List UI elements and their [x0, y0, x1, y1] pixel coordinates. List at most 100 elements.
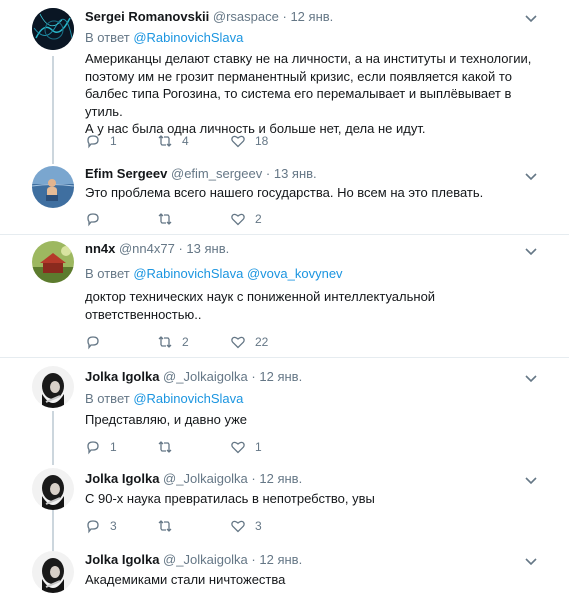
- mention-link[interactable]: @RabinovichSlava: [133, 30, 243, 45]
- reply-count: 1: [110, 134, 117, 148]
- reply-to-line: В ответ @RabinovichSlava: [85, 391, 243, 406]
- avatar[interactable]: [32, 551, 74, 593]
- chevron-down-icon[interactable]: [523, 370, 539, 386]
- author-name[interactable]: Jolka Igolka: [85, 552, 159, 567]
- tweet-header: Jolka Igolka @_Jolkaigolka · 12 янв.: [85, 552, 303, 567]
- tweet-date[interactable]: 13 янв.: [186, 241, 229, 256]
- heart-icon: [231, 336, 245, 349]
- reply-count: 1: [110, 440, 117, 454]
- like-count: 18: [255, 134, 269, 148]
- author-handle[interactable]: @rsaspace: [213, 9, 279, 24]
- reply-icon: [87, 520, 99, 534]
- like-count: 3: [255, 519, 262, 533]
- reply-icon: [87, 336, 99, 350]
- tweet-text: Представляю, и давно уже: [85, 411, 545, 429]
- text-line: Представляю, и давно уже: [85, 412, 248, 427]
- reply-icon: [87, 135, 99, 149]
- text-line: балбес типа Рогозина, то система его пер…: [85, 86, 512, 119]
- reply-prefix: В ответ: [85, 30, 130, 45]
- author-name[interactable]: Sergei Romanovskii: [85, 9, 209, 24]
- heart-icon: [231, 135, 245, 148]
- author-name[interactable]: Jolka Igolka: [85, 369, 159, 384]
- tweet-text: Американцы делают ставку не на личности,…: [85, 50, 545, 138]
- reply-icon: [87, 213, 99, 227]
- author-handle[interactable]: @_Jolkaigolka: [163, 552, 248, 567]
- retweet-icon: [158, 213, 172, 225]
- tweet[interactable]: Sergei Romanovskii @rsaspace · 12 янв. В…: [0, 0, 569, 162]
- author-name[interactable]: nn4x: [85, 241, 115, 256]
- avatar[interactable]: [32, 166, 74, 208]
- chevron-down-icon[interactable]: [523, 243, 539, 259]
- reply-prefix: В ответ: [85, 391, 130, 406]
- reply-to-line: В ответ @RabinovichSlava: [85, 30, 243, 45]
- author-handle[interactable]: @efim_sergeev: [171, 166, 262, 181]
- like-button[interactable]: 22: [230, 332, 268, 352]
- chevron-down-icon[interactable]: [523, 168, 539, 184]
- tweet[interactable]: Jolka Igolka @_Jolkaigolka · 12 янв. В о…: [0, 358, 569, 464]
- tweet-date[interactable]: 13 янв.: [274, 166, 317, 181]
- like-button[interactable]: 1: [230, 437, 262, 457]
- author-handle[interactable]: @_Jolkaigolka: [163, 471, 248, 486]
- heart-icon: [231, 520, 245, 533]
- reply-button[interactable]: 1: [85, 131, 117, 151]
- chevron-down-icon[interactable]: [523, 553, 539, 569]
- like-button[interactable]: 3: [230, 516, 262, 536]
- author-name[interactable]: Jolka Igolka: [85, 471, 159, 486]
- tweet-date[interactable]: 12 янв.: [290, 9, 333, 24]
- mention-link[interactable]: @vova_kovynev: [247, 266, 343, 281]
- reply-prefix: В ответ: [85, 266, 130, 281]
- avatar[interactable]: [32, 366, 74, 408]
- reply-count: 3: [110, 519, 117, 533]
- retweet-icon: [158, 336, 172, 348]
- reply-button[interactable]: [85, 332, 110, 352]
- retweet-button[interactable]: [157, 516, 182, 536]
- author-name[interactable]: Efim Sergeev: [85, 166, 167, 181]
- reply-button[interactable]: 3: [85, 516, 117, 536]
- tweet-text: доктор технических наук с пониженной инт…: [85, 288, 545, 323]
- mention-link[interactable]: @RabinovichSlava: [133, 391, 243, 406]
- text-line: доктор технических наук с пониженной инт…: [85, 289, 436, 304]
- heart-icon: [231, 213, 245, 226]
- avatar[interactable]: [32, 8, 74, 50]
- retweet-button[interactable]: 4: [157, 131, 189, 151]
- reply-button[interactable]: [85, 209, 110, 229]
- avatar[interactable]: [32, 468, 74, 510]
- tweet-header: Jolka Igolka @_Jolkaigolka · 12 янв.: [85, 369, 303, 384]
- mention-link[interactable]: @RabinovichSlava: [133, 266, 243, 281]
- text-line: Американцы делают ставку не на личности,…: [85, 51, 532, 66]
- reply-icon: [87, 441, 99, 455]
- like-count: 22: [255, 335, 269, 349]
- author-handle[interactable]: @_Jolkaigolka: [163, 369, 248, 384]
- tweet[interactable]: Jolka Igolka @_Jolkaigolka · 12 янв. С 9…: [0, 464, 569, 546]
- like-count: 2: [255, 212, 262, 226]
- heart-icon: [231, 441, 245, 454]
- like-button[interactable]: 2: [230, 209, 262, 229]
- tweet-date[interactable]: 12 янв.: [259, 369, 302, 384]
- retweet-button[interactable]: 2: [157, 332, 189, 352]
- tweet-date[interactable]: 12 янв.: [259, 552, 302, 567]
- retweet-count: 2: [182, 335, 189, 349]
- tweet-text: С 90-х наука превратилась в непотребство…: [85, 490, 545, 508]
- tweet[interactable]: Efim Sergeev @efim_sergeev · 13 янв. Это…: [0, 162, 569, 234]
- chevron-down-icon[interactable]: [523, 472, 539, 488]
- tweet-feed: Sergei Romanovskii @rsaspace · 12 янв. В…: [0, 0, 569, 595]
- tweet-date[interactable]: 12 янв.: [259, 471, 302, 486]
- retweet-button[interactable]: [157, 209, 182, 229]
- text-line: С 90-х наука превратилась в непотребство…: [85, 491, 375, 506]
- text-line: Академиками стали ничтожества: [85, 572, 286, 587]
- retweet-icon: [158, 520, 172, 532]
- tweet-text: Это проблема всего нашего государства. Н…: [85, 184, 545, 202]
- tweet-header: nn4x @nn4x77 · 13 янв.: [85, 241, 230, 256]
- tweet[interactable]: Jolka Igolka @_Jolkaigolka · 12 янв. Ака…: [0, 546, 569, 595]
- reply-button[interactable]: 1: [85, 437, 117, 457]
- retweet-button[interactable]: [157, 437, 182, 457]
- text-line: поэтому им не грозит перманентный кризис…: [85, 68, 512, 84]
- avatar[interactable]: [32, 241, 74, 283]
- tweet-header: Sergei Romanovskii @rsaspace · 12 янв.: [85, 9, 334, 24]
- text-line: Это проблема всего нашего государства. Н…: [85, 185, 484, 200]
- tweet[interactable]: nn4x @nn4x77 · 13 янв. В ответ @Rabinovi…: [0, 235, 569, 357]
- chevron-down-icon[interactable]: [523, 10, 539, 26]
- author-handle[interactable]: @nn4x77: [119, 241, 175, 256]
- retweet-icon: [158, 135, 172, 147]
- like-button[interactable]: 18: [230, 131, 268, 151]
